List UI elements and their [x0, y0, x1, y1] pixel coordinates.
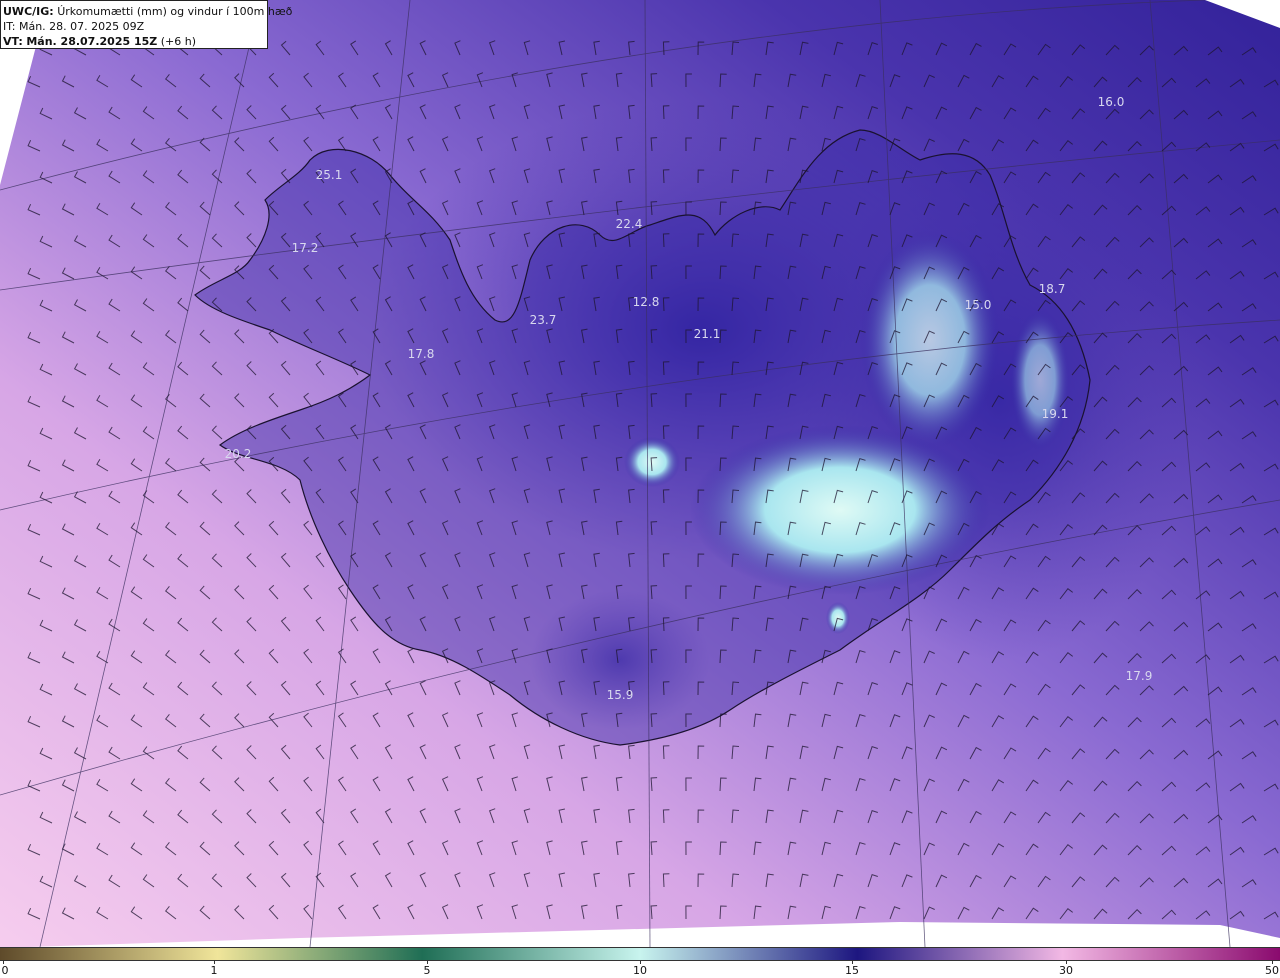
- colorbar-tick-label: 15: [845, 964, 859, 977]
- value-label: 17.9: [1125, 669, 1153, 683]
- value-label: 15.9: [606, 688, 634, 702]
- value-label: 17.2: [291, 241, 319, 255]
- valid-time: Mán. 28.07.2025 15Z: [26, 35, 158, 48]
- value-label: 19.1: [1041, 407, 1069, 421]
- map-title: Úrkomumætti (mm) og vindur í 100m hæð: [57, 5, 293, 18]
- colorbar-tick-label: 50: [1265, 964, 1279, 977]
- value-label: 17.8: [407, 347, 435, 361]
- colorbar-strip: [0, 947, 1280, 961]
- valid-time-line: VT: Mán. 28.07.2025 15Z (+6 h): [3, 34, 267, 49]
- value-label: 16.0: [1097, 95, 1125, 109]
- valid-prefix: VT:: [3, 35, 23, 48]
- value-label: 20.2: [224, 447, 252, 461]
- value-label: 12.8: [632, 295, 660, 309]
- precip-peak-east: [1010, 310, 1070, 450]
- map-header: UWC/IG: Úrkomumætti (mm) og vindur í 100…: [0, 0, 292, 49]
- value-label: 21.1: [693, 327, 721, 341]
- precipitable-water-map: [0, 0, 1280, 947]
- value-label: 15.0: [964, 298, 992, 312]
- precip-peak-langjokull: [624, 437, 680, 487]
- value-label: 18.7: [1038, 282, 1066, 296]
- value-label: 22.4: [615, 217, 643, 231]
- precip-peak-vatnajokull: [690, 425, 990, 595]
- colorbar-tick-label: 10: [633, 964, 647, 977]
- init-time: Mán. 28. 07. 2025 09Z: [18, 20, 145, 33]
- header-title-line: UWC/IG: Úrkomumætti (mm) og vindur í 100…: [3, 4, 292, 19]
- precip-peak-northeast: [860, 230, 1000, 450]
- model-name: UWC/IG:: [3, 5, 54, 18]
- colorbar-tick-label: 5: [423, 964, 431, 977]
- colorbar-tick-label: 0: [1, 964, 9, 977]
- value-label: 25.1: [315, 168, 343, 182]
- init-prefix: IT:: [3, 20, 16, 33]
- value-label: 23.7: [529, 313, 557, 327]
- colorbar-tick-label: 1: [210, 964, 218, 977]
- lead-time: (+6 h): [160, 35, 197, 48]
- precip-peak-oraefa: [826, 602, 850, 634]
- init-time-line: IT: Mán. 28. 07. 2025 09Z: [3, 19, 267, 34]
- colorbar: 0 1 5 10 15 30 50: [0, 947, 1280, 978]
- colorbar-tick-label: 30: [1059, 964, 1073, 977]
